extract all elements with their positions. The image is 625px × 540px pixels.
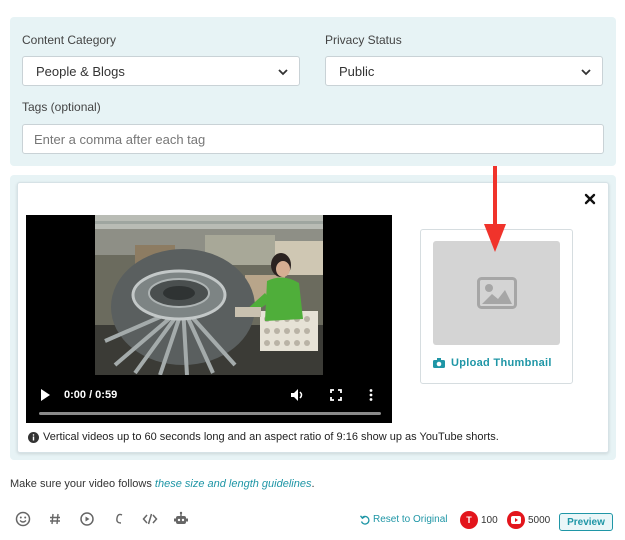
hashtag-icon[interactable] <box>47 511 63 527</box>
chevron-down-icon <box>278 69 288 76</box>
upload-thumbnail-label: Upload Thumbnail <box>451 357 552 369</box>
media-icon[interactable] <box>79 511 95 527</box>
post-settings-panel: Content Category People & Blogs Privacy … <box>10 17 616 166</box>
content-category-select[interactable]: People & Blogs <box>22 56 300 86</box>
arrow-down-icon <box>484 166 506 252</box>
tags-label: Tags (optional) <box>22 100 101 114</box>
shorts-info-text: Vertical videos up to 60 seconds long an… <box>43 431 499 443</box>
youtube-icon <box>511 516 521 524</box>
guideline-note: Make sure your video follows these size … <box>10 478 315 490</box>
image-icon <box>477 277 517 309</box>
code-icon[interactable] <box>142 511 158 527</box>
privacy-status-value: Public <box>339 63 375 79</box>
video-progress-bar[interactable] <box>39 412 381 415</box>
video-time: 0:00 / 0:59 <box>64 389 118 401</box>
bot-icon[interactable] <box>173 511 189 527</box>
close-icon[interactable] <box>582 191 598 207</box>
tags-placeholder: Enter a comma after each tag <box>34 131 206 147</box>
more-vertical-icon[interactable] <box>369 389 373 401</box>
content-category-value: People & Blogs <box>36 63 125 79</box>
volume-icon[interactable] <box>290 388 304 402</box>
youtube-badge <box>507 511 525 529</box>
preview-button[interactable]: Preview <box>559 513 613 531</box>
privacy-status-select[interactable]: Public <box>325 56 603 86</box>
fullscreen-icon[interactable] <box>330 389 342 401</box>
guideline-link[interactable]: these size and length guidelines <box>155 478 312 490</box>
reset-label: Reset to Original <box>373 514 448 525</box>
privacy-status-label: Privacy Status <box>325 33 402 47</box>
youtube-char-count: 5000 <box>528 515 551 526</box>
media-panel: 0:00 / 0:59 Upload Thumbnail Vertical vi… <box>10 175 616 460</box>
guideline-suffix: . <box>311 478 315 490</box>
play-icon[interactable] <box>40 389 51 401</box>
thumbnail-placeholder <box>433 241 560 345</box>
reset-to-original-button[interactable]: Reset to Original <box>360 514 447 525</box>
content-category-label: Content Category <box>22 33 117 47</box>
script-icon[interactable] <box>111 511 127 527</box>
shorts-info: Vertical videos up to 60 seconds long an… <box>28 431 499 443</box>
emoji-icon[interactable] <box>15 511 31 527</box>
camera-icon <box>433 358 445 368</box>
chevron-down-icon <box>581 69 591 76</box>
info-icon <box>28 431 39 443</box>
tags-input[interactable]: Enter a comma after each tag <box>22 124 604 154</box>
twitter-badge: T <box>460 511 478 529</box>
guideline-prefix: Make sure your video follows <box>10 478 155 490</box>
video-controls: 0:00 / 0:59 <box>26 379 392 423</box>
video-player[interactable]: 0:00 / 0:59 <box>26 215 392 423</box>
video-frame <box>95 215 323 375</box>
reset-icon <box>360 514 370 525</box>
video-frame-image <box>95 215 323 375</box>
upload-thumbnail-button[interactable]: Upload Thumbnail <box>433 357 561 369</box>
media-card: 0:00 / 0:59 Upload Thumbnail Vertical vi… <box>17 182 609 453</box>
twitter-char-count: 100 <box>481 515 498 526</box>
